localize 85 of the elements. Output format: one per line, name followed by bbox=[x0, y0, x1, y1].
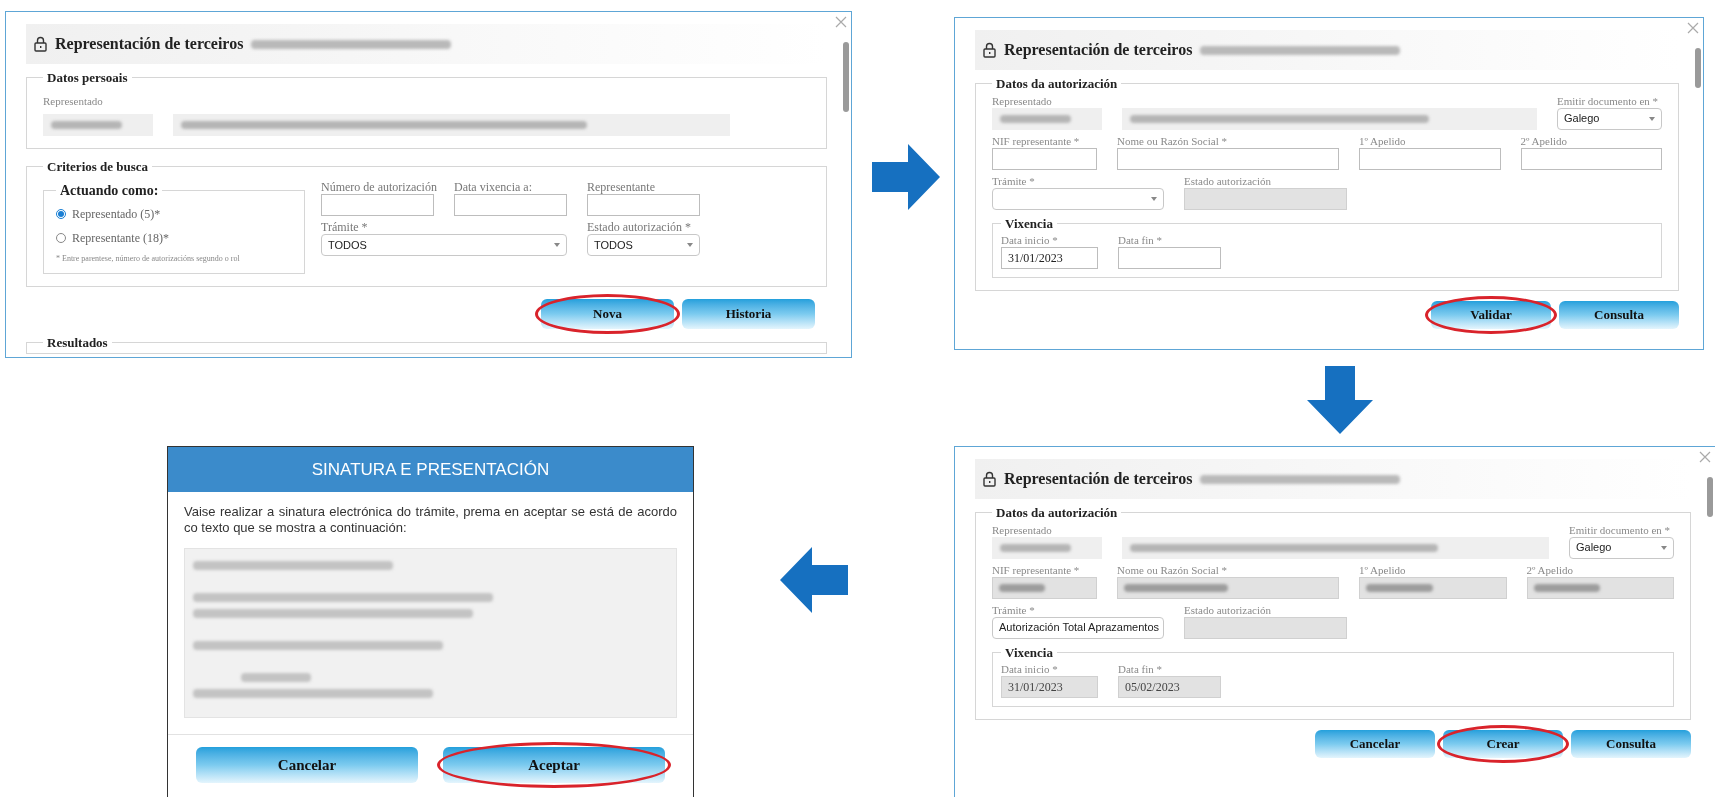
caret-icon bbox=[554, 243, 560, 247]
field-label: Data inicio * bbox=[1001, 233, 1059, 247]
dropdown[interactable]: Autorización Total Aprazamentos bbox=[992, 616, 1164, 639]
input-field: 05/02/2023 bbox=[1118, 676, 1221, 698]
caret-icon bbox=[1649, 116, 1655, 121]
caret-icon bbox=[1151, 196, 1157, 201]
field-label: Estado autorización bbox=[1184, 173, 1273, 188]
dropdown[interactable]: TODOS bbox=[321, 234, 567, 256]
field-label: Estado autorización * bbox=[587, 220, 692, 234]
field-label: NIF representante * bbox=[992, 562, 1081, 577]
note-text: * Entre parentese, número de autorizacións segundo o rol bbox=[56, 253, 241, 265]
input-field[interactable]: 31/01/2023 bbox=[1001, 247, 1098, 269]
action-button[interactable]: Nova bbox=[541, 299, 674, 329]
input-field[interactable] bbox=[992, 147, 1097, 170]
field-label: Data fin * bbox=[1118, 233, 1163, 247]
dialog-title: SINATURA E PRESENTACIÓN bbox=[168, 447, 693, 492]
action-button[interactable]: Crear bbox=[1443, 730, 1563, 758]
field-label: Estado autorización bbox=[1184, 602, 1273, 617]
close-icon bbox=[835, 16, 847, 28]
field-label: Trámite * bbox=[992, 602, 1036, 617]
dropdown[interactable]: Galego bbox=[1569, 536, 1674, 559]
field-label: Representado bbox=[992, 522, 1053, 537]
field-label: Data fin * bbox=[1118, 662, 1163, 676]
section-title: Datos da autorización bbox=[995, 504, 1119, 522]
field-label: Nome ou Razón Social * bbox=[1117, 133, 1228, 148]
flow-arrow bbox=[1307, 366, 1373, 434]
field-label: Emitir documento en * bbox=[1557, 93, 1660, 108]
flow-arrow bbox=[872, 144, 940, 210]
panel-title: Representación de terceiros bbox=[1004, 469, 1193, 490]
flow-arrow bbox=[780, 547, 848, 613]
input-field[interactable] bbox=[1118, 247, 1221, 269]
action-button[interactable]: Aceptar bbox=[443, 747, 665, 783]
action-button[interactable]: Historia bbox=[682, 299, 815, 329]
action-button[interactable]: Validar bbox=[1431, 301, 1551, 329]
field-label: Trámite * bbox=[321, 220, 369, 234]
field-label: Data inicio * bbox=[1001, 662, 1059, 676]
input-field[interactable] bbox=[454, 194, 567, 216]
lock-icon bbox=[983, 42, 996, 58]
section-title: Resultados bbox=[46, 334, 109, 352]
field-label: 2º Apelido bbox=[1520, 133, 1568, 148]
lock-icon bbox=[34, 36, 47, 52]
field-label: 2º Apelido bbox=[1526, 562, 1574, 577]
panel-title: Representación de terceiros bbox=[1004, 40, 1193, 61]
scrollbar[interactable] bbox=[843, 42, 849, 112]
caret-icon bbox=[687, 243, 693, 247]
action-button[interactable]: Cancelar bbox=[1315, 730, 1435, 758]
section-title: Datos persoais bbox=[46, 69, 129, 87]
field-label: Trámite * bbox=[992, 173, 1036, 188]
close-icon bbox=[1687, 22, 1699, 34]
input-field: 31/01/2023 bbox=[1001, 676, 1098, 698]
radio-label: Representante (18)* bbox=[72, 230, 169, 247]
action-button[interactable]: Consulta bbox=[1571, 730, 1691, 758]
input-field[interactable] bbox=[587, 194, 700, 216]
field-label: Representado bbox=[992, 93, 1053, 108]
field-label: 1º Apelido bbox=[1359, 133, 1407, 148]
action-button[interactable]: Cancelar bbox=[196, 747, 418, 783]
scrollbar[interactable] bbox=[1695, 48, 1701, 88]
input-field[interactable] bbox=[1117, 147, 1339, 170]
scrollbar[interactable] bbox=[1707, 477, 1713, 517]
lock-icon bbox=[983, 471, 996, 487]
field-label: 1º Apelido bbox=[1359, 562, 1407, 577]
radio-button[interactable] bbox=[56, 209, 66, 219]
action-button[interactable]: Consulta bbox=[1559, 301, 1679, 329]
section-title: Datos da autorización bbox=[995, 75, 1119, 93]
input-field[interactable] bbox=[321, 194, 434, 216]
section-title: Actuando como: bbox=[59, 182, 160, 200]
field-label: NIF representante * bbox=[992, 133, 1081, 148]
close-icon bbox=[1699, 451, 1711, 463]
dropdown[interactable] bbox=[992, 187, 1164, 210]
section-title: Criterios de busca bbox=[46, 157, 150, 176]
input-field[interactable] bbox=[1359, 147, 1501, 170]
field-label: Emitir documento en * bbox=[1569, 522, 1672, 537]
caret-icon bbox=[1661, 545, 1667, 550]
section-title: Vixencia bbox=[1004, 214, 1054, 233]
dialog-message: Vaise realizar a sinatura electrónica do trámite, prema en aceptar se está de acordo co texto que se mostra a continuación: bbox=[184, 504, 677, 536]
field-label: Data vixencia a: bbox=[454, 180, 533, 194]
dropdown[interactable]: TODOS bbox=[587, 234, 700, 256]
panel-title: Representación de terceiros bbox=[55, 34, 244, 55]
field-label: Representante bbox=[587, 180, 656, 194]
dropdown[interactable]: Galego bbox=[1557, 107, 1662, 130]
field-label: Representado bbox=[43, 94, 103, 107]
section-title: Vixencia bbox=[1004, 643, 1054, 662]
radio-label: Representado (5)* bbox=[72, 206, 161, 223]
field-label: Nome ou Razón Social * bbox=[1117, 562, 1228, 577]
input-field[interactable] bbox=[1520, 147, 1662, 170]
